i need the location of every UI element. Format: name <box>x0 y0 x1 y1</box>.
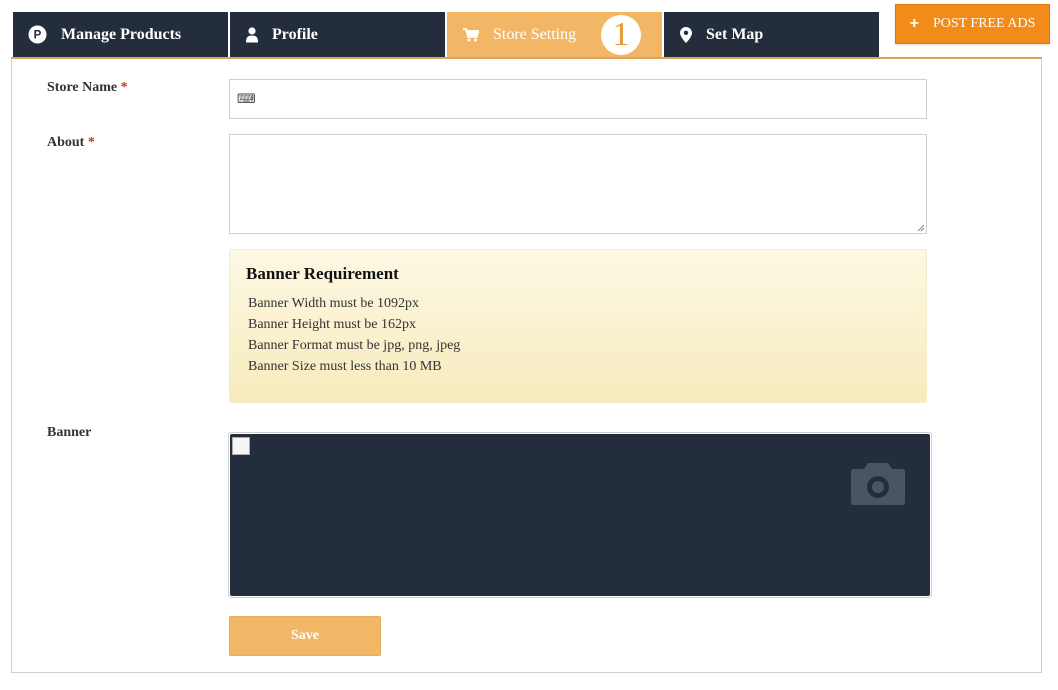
tab-manage-products[interactable]: P Manage Products <box>13 12 228 57</box>
tab-label: Set Map <box>706 25 764 43</box>
notice-title: Banner Requirement <box>246 264 399 283</box>
about-label: About * <box>47 135 95 151</box>
requirement-line: Banner Height must be 162px <box>248 317 416 332</box>
banner-upload[interactable] <box>228 432 932 598</box>
cart-icon <box>463 27 479 42</box>
about-label-text: About <box>47 135 85 150</box>
user-icon <box>246 26 258 43</box>
svg-text:P: P <box>34 30 42 42</box>
resize-grip-icon[interactable] <box>917 224 925 232</box>
requirement-line: Banner Width must be 1092px <box>248 296 420 311</box>
keyboard-icon: ⌨ <box>237 91 256 107</box>
banner-requirement-notice: Banner Requirement Banner Width must be … <box>229 249 927 403</box>
required-mark: * <box>87 135 95 150</box>
plus-icon: + <box>909 15 919 32</box>
store-name-label: Store Name * <box>47 80 128 96</box>
requirement-line: Banner Format must be jpg, png, jpeg <box>248 338 461 353</box>
content-top-border <box>11 57 1042 59</box>
banner-preview[interactable] <box>230 434 930 596</box>
tab-profile[interactable]: Profile <box>230 12 445 57</box>
left-margin <box>0 57 11 673</box>
step-badge: 1 <box>601 15 641 55</box>
post-ads-label: POST FREE ADS <box>932 16 1036 31</box>
camera-icon[interactable] <box>850 459 906 507</box>
tab-set-map[interactable]: Set Map <box>664 12 879 57</box>
required-mark: * <box>120 80 128 95</box>
right-margin <box>1042 57 1058 673</box>
tab-label: Manage Products <box>61 25 182 43</box>
about-textarea[interactable] <box>229 134 927 234</box>
requirement-line: Banner Size must less than 10 MB <box>248 359 442 374</box>
banner-label: Banner <box>47 425 92 440</box>
map-marker-icon <box>680 26 692 43</box>
tab-label: Profile <box>272 25 318 43</box>
broken-image-icon <box>232 437 250 455</box>
tab-store-setting[interactable]: Store Setting 1 <box>447 12 662 57</box>
post-free-ads-button[interactable]: + POST FREE ADS <box>895 4 1050 44</box>
store-name-label-text: Store Name <box>47 80 118 95</box>
store-name-input[interactable]: ⌨ <box>229 79 927 119</box>
bottom-margin <box>0 673 1058 690</box>
dashboard-tabs: P Manage Products Profile Store Setting … <box>13 12 881 57</box>
save-button[interactable]: Save <box>229 616 381 656</box>
product-p-icon: P <box>28 25 47 44</box>
tab-label: Store Setting <box>493 25 577 43</box>
